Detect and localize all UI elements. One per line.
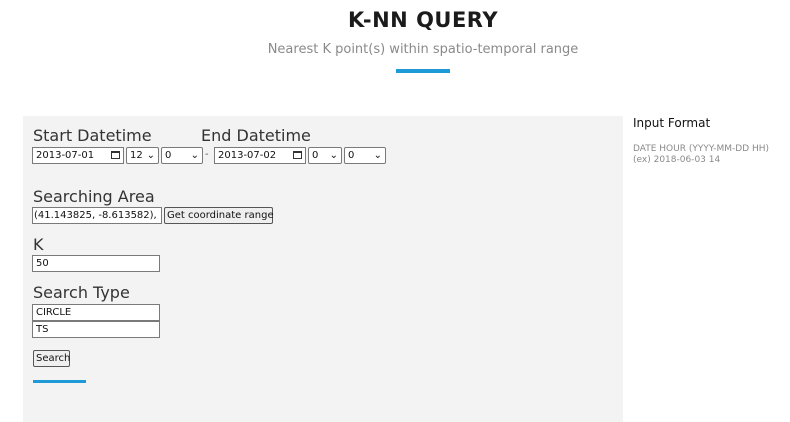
chevron-down-icon: ⌄ [373,150,382,161]
k-label: K [33,235,44,254]
chevron-down-icon: ⌄ [190,150,199,161]
start-date-input[interactable]: 2013-07-01 [32,147,124,164]
title-underline [396,69,450,73]
search-type-input[interactable]: CIRCLE [32,304,160,321]
input-format-example: (ex) 2018-06-03 14 [633,155,721,165]
page-subtitle: Nearest K point(s) within spatio-tempora… [267,42,579,57]
start-hour-value: 12 [130,150,143,161]
end-datetime-label: End Datetime [201,126,311,145]
end-date-input[interactable]: 2013-07-02 [214,147,306,164]
chevron-down-icon: ⌄ [146,150,155,161]
start-hour-select[interactable]: 12 ⌄ [126,147,159,164]
calendar-icon[interactable] [111,151,120,159]
start-date-value: 2013-07-01 [36,150,95,161]
query-form-panel: Start Datetime End Datetime 2013-07-01 1… [23,116,623,422]
k-input[interactable]: 50 [32,255,160,272]
end-minute-value: 0 [348,150,355,161]
calendar-icon[interactable] [293,151,302,159]
page-title: K-NN QUERY [347,8,499,32]
searching-area-label: Searching Area [33,187,155,206]
search-type-label: Search Type [33,283,130,302]
end-date-value: 2013-07-02 [218,150,277,161]
search-method-input[interactable]: TS [32,321,160,338]
chevron-down-icon: ⌄ [329,150,338,161]
input-format-description: DATE HOUR (YYYY-MM-DD HH) [633,144,770,154]
form-underline [33,380,86,383]
search-button[interactable]: Search [33,350,70,367]
start-minute-value: 0 [165,150,172,161]
searching-area-input[interactable]: (41.143825, -8.613582), 100 [32,207,162,224]
get-coordinate-range-button[interactable]: Get coordinate range [164,207,274,224]
start-minute-select[interactable]: 0 ⌄ [161,147,203,164]
datetime-separator: - [205,149,209,160]
end-hour-select[interactable]: 0 ⌄ [308,147,342,164]
end-hour-value: 0 [312,150,319,161]
end-minute-select[interactable]: 0 ⌄ [344,147,386,164]
input-format-title: Input Format [633,116,711,130]
start-datetime-label: Start Datetime [33,126,152,145]
